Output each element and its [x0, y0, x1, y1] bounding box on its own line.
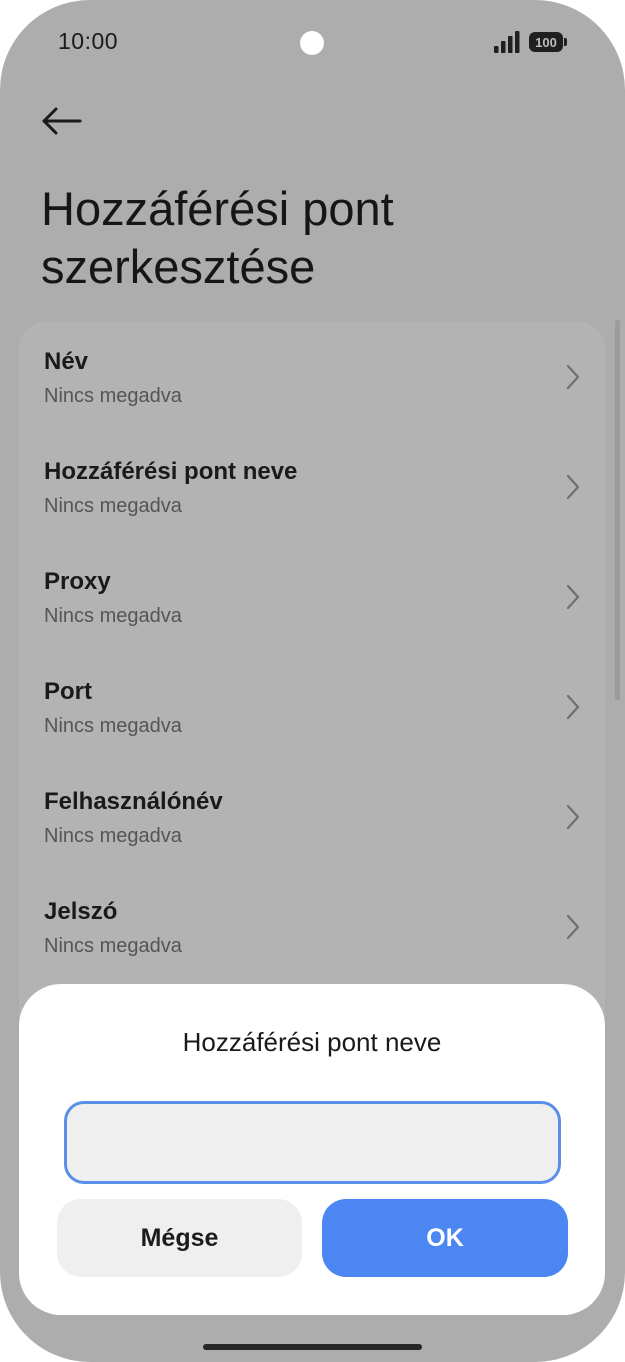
- chevron-right-icon: [566, 694, 580, 720]
- chevron-right-icon: [566, 364, 580, 390]
- page-title: Hozzáférési pont szerkesztése: [41, 180, 581, 296]
- chevron-right-icon: [566, 584, 580, 610]
- chevron-right-icon: [566, 914, 580, 940]
- camera-cutout: [300, 31, 324, 55]
- signal-icon: [494, 31, 520, 53]
- item-label: Felhasználónév: [44, 788, 223, 815]
- edit-dialog: Hozzáférési pont neve Mégse OK: [19, 984, 605, 1315]
- status-time: 10:00: [58, 28, 119, 54]
- item-label: Jelszó: [44, 898, 118, 925]
- battery-tip: [564, 38, 567, 46]
- settings-item-name[interactable]: Név Nincs megadva: [19, 322, 605, 432]
- status-bar: 10:00 100: [0, 0, 625, 86]
- item-label: Név: [44, 348, 89, 375]
- page-title-line-1: Hozzáférési pont: [41, 182, 394, 235]
- battery-level: 100: [535, 34, 557, 50]
- page-title-line-2: szerkesztése: [41, 240, 316, 293]
- item-value: Nincs megadva: [44, 605, 182, 627]
- item-value: Nincs megadva: [44, 385, 182, 407]
- settings-item-port[interactable]: Port Nincs megadva: [19, 652, 605, 762]
- settings-item-password[interactable]: Jelszó Nincs megadva: [19, 872, 605, 982]
- cancel-button[interactable]: Mégse: [57, 1199, 302, 1277]
- phone-screen: 10:00 100 Hozzáférési pont szerkesztése …: [0, 0, 625, 1362]
- ok-button[interactable]: OK: [322, 1199, 568, 1277]
- apn-name-input[interactable]: [64, 1101, 561, 1184]
- settings-item-username[interactable]: Felhasználónév Nincs megadva: [19, 762, 605, 872]
- item-value: Nincs megadva: [44, 715, 182, 737]
- chevron-right-icon: [566, 474, 580, 500]
- battery-icon: 100: [529, 32, 563, 52]
- item-label: Hozzáférési pont neve: [44, 458, 298, 485]
- back-button[interactable]: [34, 98, 90, 146]
- settings-item-proxy[interactable]: Proxy Nincs megadva: [19, 542, 605, 652]
- home-indicator[interactable]: [203, 1344, 422, 1350]
- settings-item-apn[interactable]: Hozzáférési pont neve Nincs megadva: [19, 432, 605, 542]
- scrollbar[interactable]: [615, 320, 620, 700]
- arrow-left-icon: [42, 107, 82, 135]
- item-value: Nincs megadva: [44, 825, 182, 847]
- item-label: Proxy: [44, 568, 111, 595]
- dialog-title: Hozzáférési pont neve: [182, 1027, 442, 1057]
- chevron-right-icon: [566, 804, 580, 830]
- settings-list: Név Nincs megadva Hozzáférési pont neve …: [19, 322, 605, 1022]
- item-label: Port: [44, 678, 92, 705]
- item-value: Nincs megadva: [44, 935, 182, 957]
- item-value: Nincs megadva: [44, 495, 182, 517]
